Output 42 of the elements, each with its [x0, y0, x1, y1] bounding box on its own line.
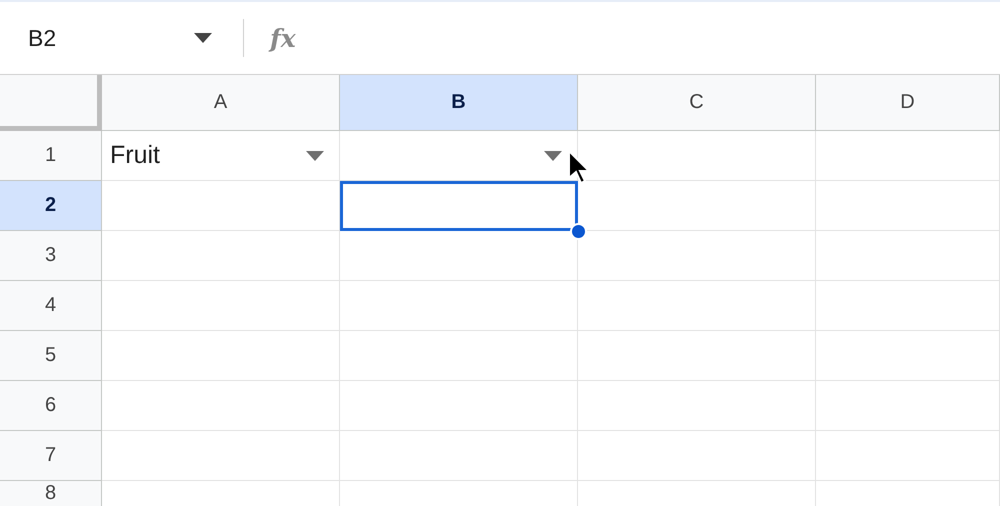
column-header[interactable]: D — [816, 75, 1000, 131]
table-cell[interactable] — [102, 231, 340, 281]
table-cell[interactable] — [340, 331, 578, 381]
column-header[interactable]: C — [578, 75, 816, 131]
table-cell[interactable] — [816, 431, 1000, 481]
table-cell[interactable] — [102, 381, 340, 431]
table-cell[interactable] — [102, 331, 340, 381]
row-header[interactable]: 4 — [0, 281, 102, 331]
table-cell[interactable] — [102, 181, 340, 231]
table-cell[interactable] — [816, 181, 1000, 231]
table-cell[interactable] — [816, 281, 1000, 331]
row-header[interactable]: 8 — [0, 481, 102, 506]
table-cell[interactable] — [340, 281, 578, 331]
row-header[interactable]: 2 — [0, 181, 102, 231]
row-header[interactable]: 7 — [0, 431, 102, 481]
dropdown-caret-icon[interactable] — [544, 151, 562, 161]
table-cell[interactable]: Fruit — [102, 131, 340, 181]
table-cell[interactable] — [578, 381, 816, 431]
row-header[interactable]: 1 — [0, 131, 102, 181]
table-cell[interactable] — [816, 231, 1000, 281]
row-header[interactable]: 3 — [0, 231, 102, 281]
table-cell[interactable] — [102, 281, 340, 331]
name-box[interactable]: B2 — [0, 16, 216, 60]
table-cell[interactable] — [340, 431, 578, 481]
column-header[interactable]: A — [102, 75, 340, 131]
table-cell[interactable] — [340, 381, 578, 431]
table-cell[interactable] — [578, 331, 816, 381]
table-cell[interactable] — [816, 131, 1000, 181]
formula-icon: fx — [270, 24, 296, 52]
table-cell[interactable] — [816, 331, 1000, 381]
fill-handle[interactable] — [570, 223, 587, 240]
row-header[interactable]: 5 — [0, 331, 102, 381]
table-cell[interactable] — [816, 381, 1000, 431]
row-header[interactable]: 6 — [0, 381, 102, 431]
table-cell[interactable] — [102, 431, 340, 481]
select-all-corner[interactable] — [0, 75, 102, 131]
dropdown-caret-icon[interactable] — [194, 33, 212, 43]
dropdown-caret-icon[interactable] — [306, 151, 324, 161]
table-cell[interactable] — [340, 181, 578, 231]
table-cell[interactable] — [578, 281, 816, 331]
column-header[interactable]: B — [340, 75, 578, 131]
table-cell[interactable] — [578, 431, 816, 481]
